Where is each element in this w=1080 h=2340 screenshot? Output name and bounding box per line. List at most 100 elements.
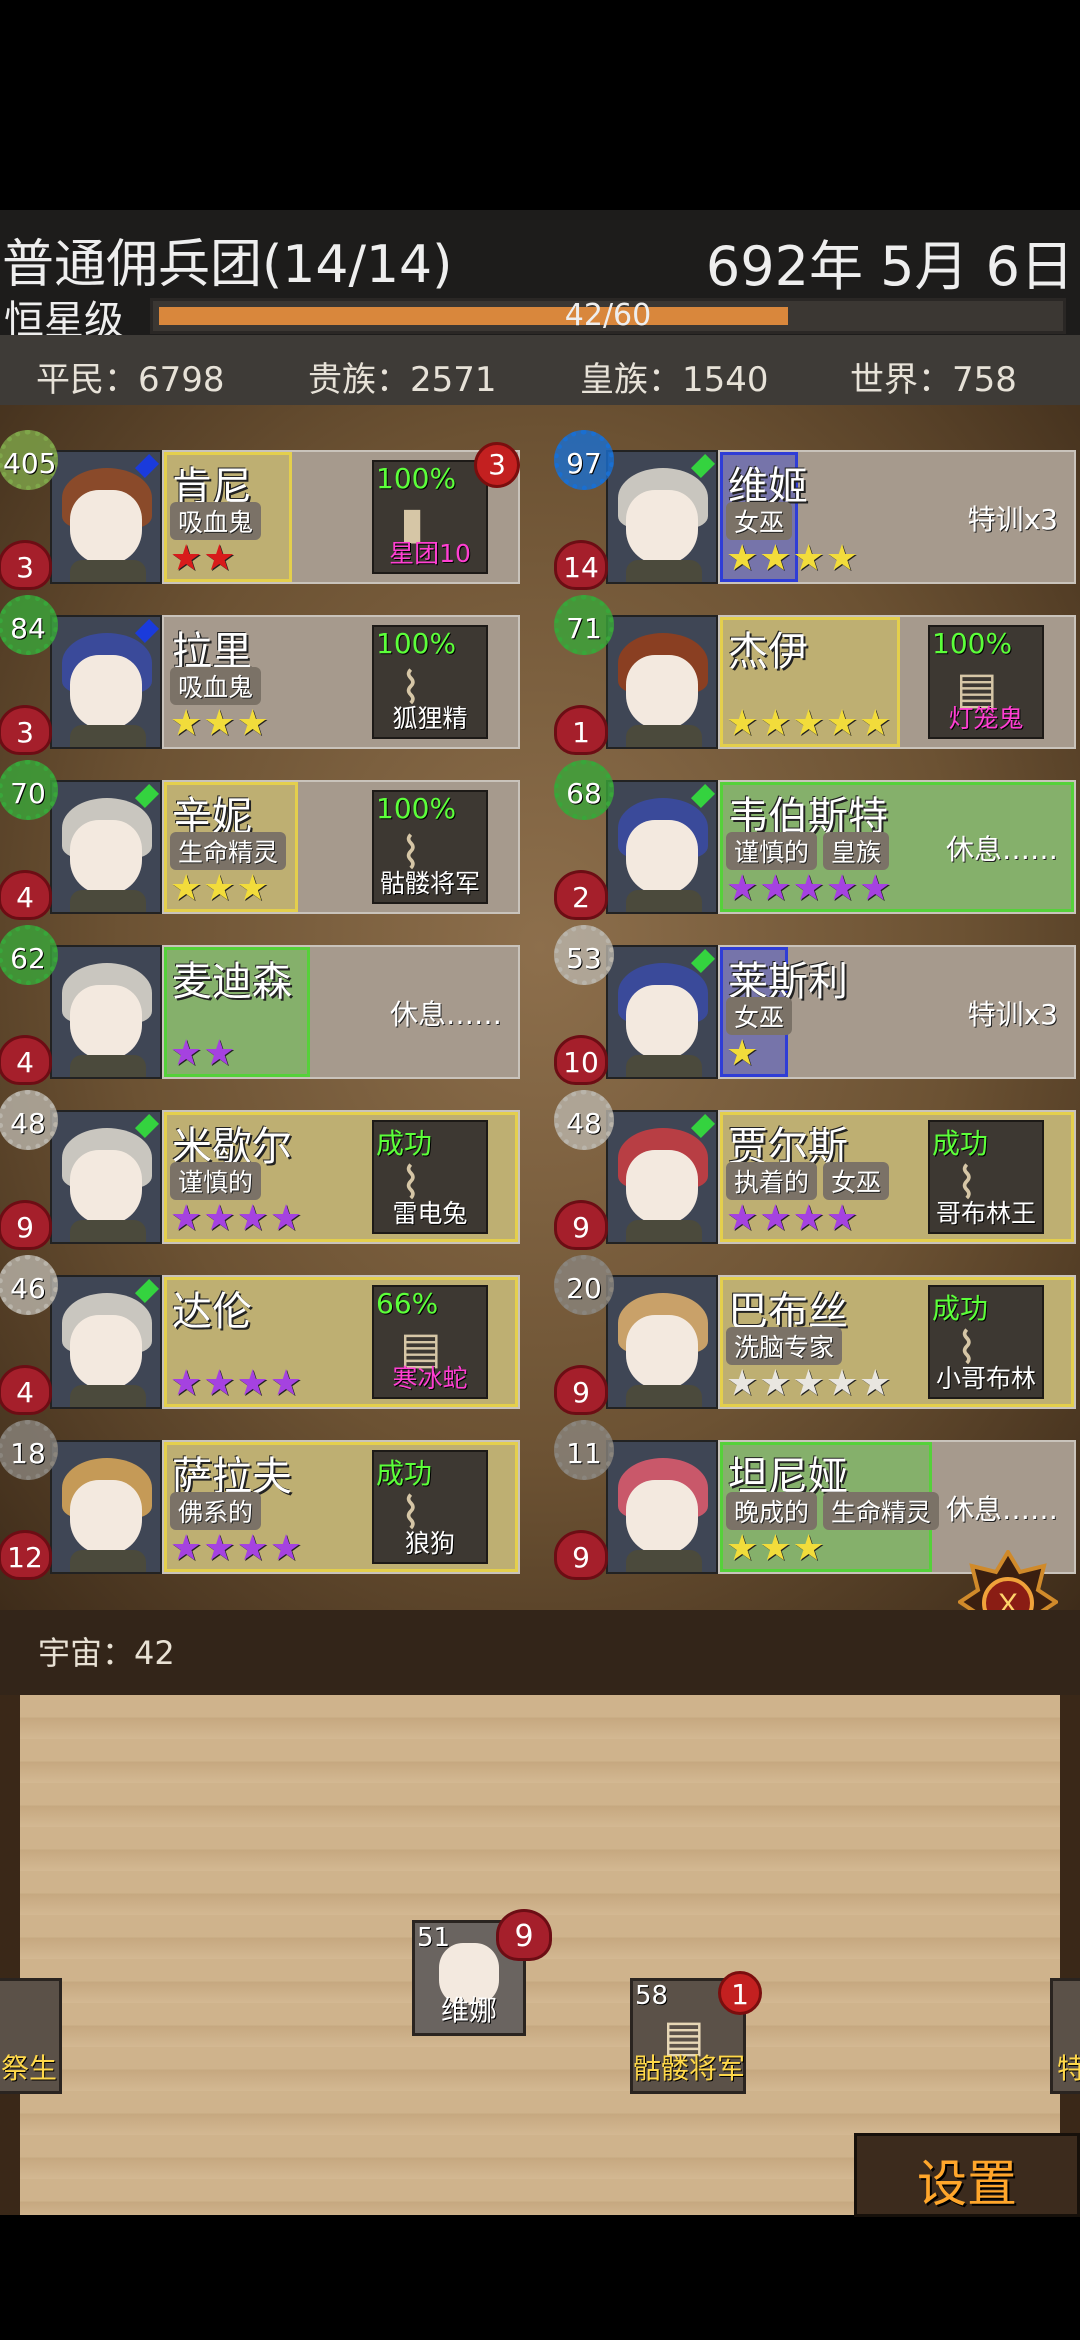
unit-stars: ★ [726, 1033, 760, 1074]
task-name: 狐狸精 [392, 704, 468, 733]
unit-info: 贾尔斯 执着的 女巫 ★★★★ 成功 ⌇ 哥布林王 [718, 1110, 1076, 1244]
unit-stars: ★★ [170, 1033, 237, 1074]
unit-info: 辛妮 生命精灵 ★★★ 100% ⌇ 骷髅将军 [162, 780, 520, 914]
unit-info: 莱斯利 女巫 ★ 特训x3 [718, 945, 1076, 1079]
unit-heart-badge: 9 [554, 1365, 608, 1415]
unit-face [626, 985, 698, 1059]
task-name: 狼狗 [404, 1529, 455, 1558]
unit-info: 达伦 ★★★★ 66% ▤ 寒冰蛇 [162, 1275, 520, 1409]
unit-level-badge: 62 [0, 925, 58, 985]
unit-status: 休息…… [389, 998, 502, 1031]
unit-card[interactable]: 巴布丝 洗脑专家 ★★★★★ 成功 ⌇ 小哥布林 20 9 [554, 1255, 1076, 1415]
unit-level-badge: 97 [554, 430, 614, 490]
unit-heart-badge: 1 [554, 705, 608, 755]
task-progress: 成功 [376, 1127, 433, 1160]
unit-level-badge: 71 [554, 595, 614, 655]
universe-count: 宇宙：42 [38, 1634, 175, 1672]
tray-item-left[interactable]: 祭生 [0, 1978, 62, 2094]
unit-info: 萨拉夫 佛系的 ★★★★ 成功 ⌇ 狼狗 [162, 1440, 520, 1574]
unit-card[interactable]: 达伦 ★★★★ 66% ▤ 寒冰蛇 46 4 [0, 1255, 520, 1415]
unit-trait-tag: 生命精灵 [170, 832, 287, 870]
unit-tags: 洗脑专家 [726, 1327, 848, 1365]
unit-task[interactable]: 100% ⌇ 狐狸精 [372, 625, 488, 739]
unit-stars: ★★★★ [170, 1198, 304, 1239]
unit-card[interactable]: 麦迪森 ★★ 休息…… 62 4 [0, 925, 520, 1085]
experience-text: 42/60 [564, 298, 652, 333]
stat-world: 世界：758 [850, 360, 1017, 400]
unit-body [626, 560, 702, 582]
unit-task[interactable]: 成功 ⌇ 狼狗 [372, 1450, 488, 1564]
unit-card[interactable]: 杰伊 ★★★★★ 100% ▤ 灯笼鬼 71 1 [554, 595, 1076, 755]
unit-portrait [50, 945, 162, 1079]
unit-card[interactable]: 辛妮 生命精灵 ★★★ 100% ⌇ 骷髅将军 70 4 [0, 760, 520, 920]
unit-info: 麦迪森 ★★ 休息…… [162, 945, 520, 1079]
unit-status: 特训x3 [967, 998, 1058, 1031]
settings-button[interactable]: 设置 [854, 2133, 1080, 2217]
unit-task[interactable]: 100% ▮ 星团10 [372, 460, 488, 574]
task-name: 寒冰蛇 [392, 1364, 468, 1393]
tray-item-name: 骷髅将军 [633, 2052, 746, 2085]
unit-heart-badge: 14 [554, 540, 608, 590]
unit-trait-tag: 吸血鬼 [170, 502, 262, 540]
tray-item-right-label: 特 [1057, 2052, 1080, 2085]
unit-trait-tag: 谨慎的 [726, 832, 818, 870]
unit-card[interactable]: 韦伯斯特 谨慎的 皇族 ★★★★★ 休息…… 68 2 [554, 760, 1076, 920]
task-name: 小哥布林 [935, 1364, 1036, 1393]
unit-card[interactable]: 米歇尔 谨慎的 ★★★★ 成功 ⌇ 雷电兔 48 9 [0, 1090, 520, 1250]
task-name: 哥布林王 [935, 1199, 1036, 1228]
unit-body [70, 1385, 146, 1407]
unit-level-badge: 53 [554, 925, 614, 985]
unit-card[interactable]: 维姬 女巫 ★★★★ 特训x3 97 14 [554, 430, 1076, 590]
tray-item-count: 58 [635, 1981, 669, 2011]
unit-task[interactable]: 成功 ⌇ 雷电兔 [372, 1120, 488, 1234]
stat-nobles: 贵族：2571 [308, 360, 497, 400]
unit-level-badge: 11 [554, 1420, 614, 1480]
unit-trait-tag: 皇族 [823, 832, 890, 870]
stat-commoners: 平民：6798 [36, 360, 225, 400]
unit-card[interactable]: 贾尔斯 执着的 女巫 ★★★★ 成功 ⌇ 哥布林王 48 9 [554, 1090, 1076, 1250]
unit-task[interactable]: 成功 ⌇ 哥布林王 [928, 1120, 1044, 1234]
unit-stars: ★★ [170, 538, 237, 579]
unit-face [70, 820, 142, 894]
unit-face [70, 1150, 142, 1224]
unit-status: 特训x3 [967, 503, 1058, 536]
unit-stars: ★★★ [726, 1528, 826, 1569]
unit-face [70, 1315, 142, 1389]
game-date: 692年 5月 6日 [705, 235, 1074, 298]
unit-level-badge: 20 [554, 1255, 614, 1315]
unit-heart-badge: 3 [0, 705, 52, 755]
unit-stars: ★★★★ [170, 1528, 304, 1569]
unit-card[interactable]: 拉里 吸血鬼 ★★★ 100% ⌇ 狐狸精 84 3 [0, 595, 520, 755]
unit-tags: 吸血鬼 [170, 667, 267, 705]
nav-bar-area [0, 2215, 1080, 2340]
unit-level-badge: 18 [0, 1420, 58, 1480]
unit-portrait [50, 1440, 162, 1574]
unit-task[interactable]: 66% ▤ 寒冰蛇 [372, 1285, 488, 1399]
unit-card[interactable]: 肯尼 吸血鬼 ★★ 100% ▮ 星团10 3 405 3 [0, 430, 520, 590]
unit-card[interactable]: 萨拉夫 佛系的 ★★★★ 成功 ⌇ 狼狗 18 12 [0, 1420, 520, 1580]
unit-card[interactable]: 莱斯利 女巫 ★ 特训x3 53 10 [554, 925, 1076, 1085]
unit-task[interactable]: 100% ▤ 灯笼鬼 [928, 625, 1044, 739]
task-progress: 100% [376, 792, 457, 825]
unit-trait-tag: 吸血鬼 [170, 667, 262, 705]
unit-face [70, 1480, 142, 1554]
unit-body [626, 1220, 702, 1242]
unit-level-badge: 405 [0, 430, 58, 490]
unit-tags: 晚成的 生命精灵 [726, 1492, 945, 1530]
tray-unit-hearts: 9 [496, 1909, 552, 1961]
unit-heart-badge: 3 [0, 540, 52, 590]
unit-trait-tag: 洗脑专家 [726, 1327, 843, 1365]
task-progress: 100% [932, 627, 1013, 660]
unit-info: 维姬 女巫 ★★★★ 特训x3 [718, 450, 1076, 584]
unit-task[interactable]: 100% ⌇ 骷髅将军 [372, 790, 488, 904]
unit-body [626, 1055, 702, 1077]
unit-heart-badge: 12 [0, 1530, 52, 1580]
task-name: 骷髅将军 [379, 869, 480, 898]
unit-info: 肯尼 吸血鬼 ★★ 100% ▮ 星团10 [162, 450, 520, 584]
stat-royals: 皇族：1540 [580, 360, 769, 400]
unit-body [626, 890, 702, 912]
tray-item-right[interactable]: 特 [1050, 1978, 1080, 2094]
unit-stars: ★★★★★ [726, 1363, 893, 1404]
unit-task[interactable]: 成功 ⌇ 小哥布林 [928, 1285, 1044, 1399]
unit-level-badge: 84 [0, 595, 58, 655]
